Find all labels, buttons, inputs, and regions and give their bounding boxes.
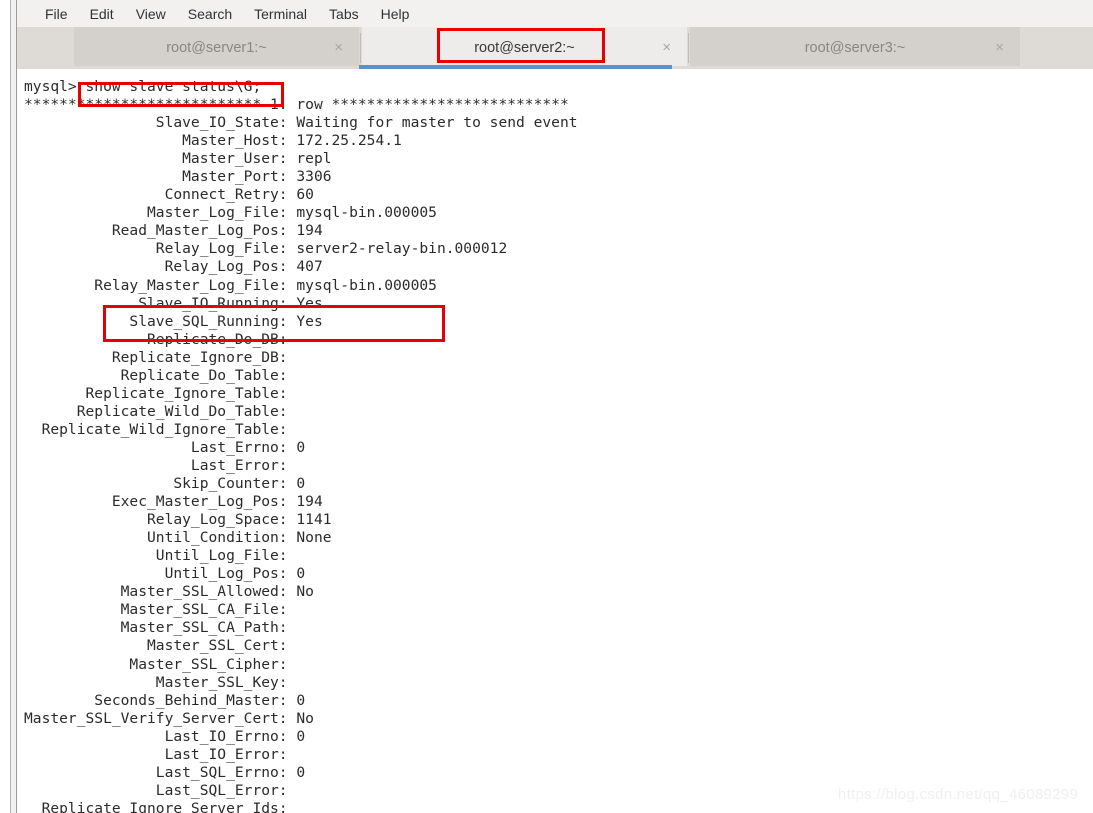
- terminal-line: Master_Port: 3306: [24, 168, 332, 186]
- terminal-line: Slave_IO_State: Waiting for master to se…: [24, 114, 578, 132]
- terminal-line: Relay_Log_File: server2-relay-bin.000012: [24, 240, 508, 258]
- terminal-line: Replicate_Do_Table:: [24, 366, 288, 384]
- watermark-text: https://blog.csdn.net/qq_46089299: [838, 786, 1079, 803]
- menu-item-terminal[interactable]: Terminal: [243, 4, 318, 24]
- terminal-line-slave-io-running: Slave_IO_Running: Yes: [24, 294, 323, 312]
- terminal-line: Skip_Counter: 0: [24, 475, 306, 493]
- terminal-output-area[interactable]: mysql> show slave status\G; ************…: [17, 69, 1093, 813]
- terminal-line: Relay_Master_Log_File: mysql-bin.000005: [24, 276, 437, 294]
- terminal-line: Last_SQL_Errno: 0: [24, 763, 306, 781]
- terminal-line: Replicate_Wild_Ignore_Table:: [24, 420, 288, 438]
- terminal-line: Replicate_Ignore_DB:: [24, 348, 288, 366]
- terminal-line: Relay_Log_Pos: 407: [24, 258, 323, 276]
- terminal-line-slave-sql-running: Slave_SQL_Running: Yes: [24, 312, 323, 330]
- terminal-line: Until_Condition: None: [24, 529, 332, 547]
- terminal-line: Master_SSL_Verify_Server_Cert: No: [24, 709, 314, 727]
- terminal-line: Last_IO_Errno: 0: [24, 727, 306, 745]
- menu-item-file[interactable]: File: [34, 4, 79, 24]
- tab-root-server3[interactable]: root@server3:~ ×: [690, 27, 1020, 68]
- terminal-line: Replicate_Do_DB:: [24, 330, 288, 348]
- terminal-line: Master_SSL_Key:: [24, 673, 288, 691]
- terminal-line: Last_IO_Error:: [24, 745, 288, 763]
- menu-item-edit[interactable]: Edit: [79, 4, 125, 24]
- terminal-line: Master_SSL_CA_Path:: [24, 619, 288, 637]
- menu-item-view[interactable]: View: [125, 4, 177, 24]
- terminal-line: Until_Log_File:: [24, 547, 288, 565]
- window-left-padding: [0, 0, 10, 813]
- tab-label-server2: root@server2:~: [474, 39, 575, 56]
- tab-close-icon-server2[interactable]: ×: [662, 40, 671, 55]
- terminal-line: Relay_Log_Space: 1141: [24, 511, 332, 529]
- window-border-outer: [10, 0, 11, 813]
- tab-root-server2[interactable]: root@server2:~ ×: [362, 27, 687, 68]
- terminal-line: Replicate_Ignore_Table:: [24, 384, 288, 402]
- tab-label-server3: root@server3:~: [804, 39, 906, 56]
- tab-separator-2: [688, 33, 689, 63]
- terminal-line: Exec_Master_Log_Pos: 194: [24, 493, 323, 511]
- terminal-line: Last_Errno: 0: [24, 438, 306, 456]
- terminal-line: Master_Log_File: mysql-bin.000005: [24, 204, 437, 222]
- terminal-line: Read_Master_Log_Pos: 194: [24, 222, 323, 240]
- terminal-line: Master_SSL_CA_File:: [24, 601, 288, 619]
- terminal-line: Until_Log_Pos: 0: [24, 565, 306, 583]
- terminal-line: Master_SSL_Cert:: [24, 637, 288, 655]
- terminal-prompt-line: mysql> show slave status\G;: [24, 78, 262, 95]
- tab-separator-1: [360, 33, 361, 63]
- terminal-line: Master_User: repl: [24, 150, 332, 168]
- terminal-line: Last_Error:: [24, 456, 288, 474]
- terminal-line: Replicate_Wild_Do_Table:: [24, 402, 288, 420]
- tab-close-icon-server3[interactable]: ×: [995, 40, 1004, 55]
- terminal-line: Master_SSL_Cipher:: [24, 655, 288, 673]
- menu-item-search[interactable]: Search: [177, 4, 243, 24]
- tab-label-server1: root@server1:~: [166, 39, 267, 56]
- menu-item-help[interactable]: Help: [370, 4, 421, 24]
- menu-bar: File Edit View Search Terminal Tabs Help: [17, 0, 1093, 27]
- terminal-line: Master_SSL_Allowed: No: [24, 583, 314, 601]
- menu-item-tabs[interactable]: Tabs: [318, 4, 370, 24]
- tab-bar: root@server1:~ × root@server2:~ × root@s…: [17, 27, 1093, 69]
- tab-close-icon-server1[interactable]: ×: [334, 40, 343, 55]
- terminal-line: Seconds_Behind_Master: 0: [24, 691, 306, 709]
- terminal-line: Connect_Retry: 60: [24, 186, 314, 204]
- terminal-text-block: mysql> show slave status\G; ************…: [24, 78, 1084, 813]
- tab-root-server1[interactable]: root@server1:~ ×: [74, 27, 359, 68]
- terminal-line: Master_Host: 172.25.254.1: [24, 132, 402, 150]
- terminal-row-separator: *************************** 1. row *****…: [24, 96, 569, 114]
- terminal-window: File Edit View Search Terminal Tabs Help…: [0, 0, 1093, 813]
